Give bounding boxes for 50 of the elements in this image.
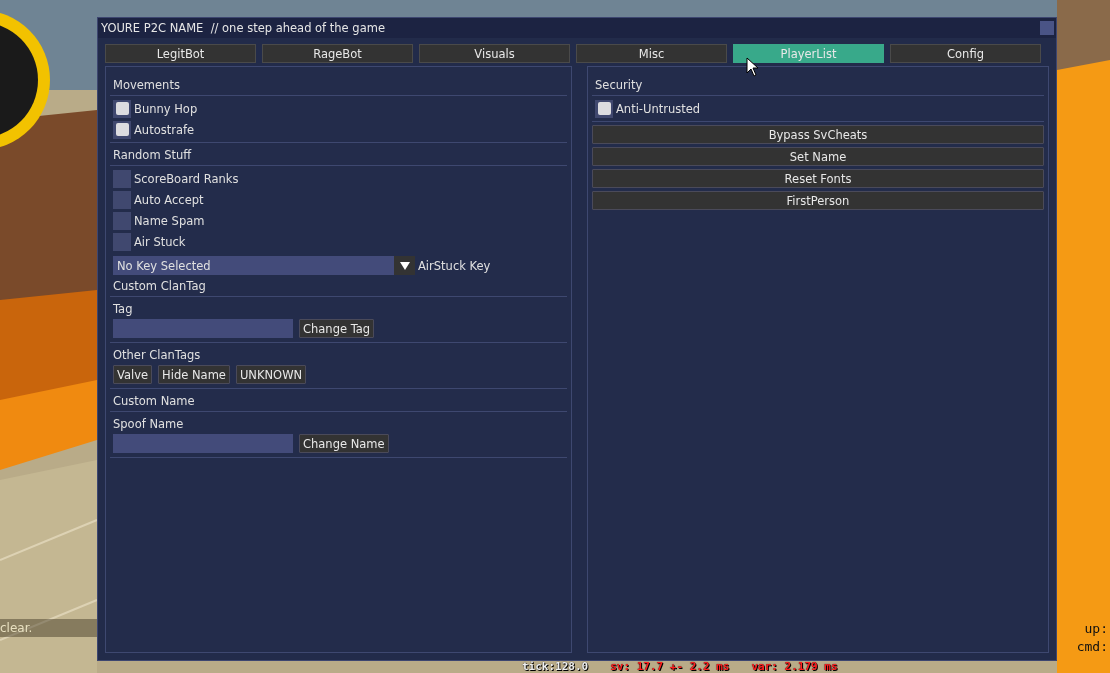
tab[interactable]: RageBot: [262, 44, 413, 63]
checkbox[interactable]: [113, 169, 131, 188]
netgraph-label: up:: [1084, 620, 1108, 638]
close-button[interactable]: [1040, 21, 1054, 35]
netgraph-var: var: 2.179 ms: [751, 660, 838, 673]
action-button[interactable]: FirstPerson: [592, 191, 1044, 210]
section-label: Random Stuff: [112, 147, 193, 163]
checkbox-label: Auto Accept: [134, 192, 204, 207]
checkbox[interactable]: [113, 120, 131, 139]
section-label: Other ClanTags: [112, 347, 202, 363]
input-field[interactable]: [113, 319, 293, 338]
section-label: Custom ClanTag: [112, 278, 207, 294]
section-label: Spoof Name: [112, 416, 185, 432]
netgraph-label: cmd:: [1076, 638, 1108, 656]
tab[interactable]: LegitBot: [105, 44, 256, 63]
checkbox[interactable]: [595, 99, 613, 118]
action-button[interactable]: Set Name: [592, 147, 1044, 166]
clantag-button[interactable]: UNKNOWN: [235, 365, 307, 384]
window-title: YOURE P2C NAME // one step ahead of the game: [101, 21, 385, 35]
section-label: Tag: [112, 301, 134, 317]
action-button[interactable]: Reset Fonts: [592, 169, 1044, 188]
tab[interactable]: Visuals: [419, 44, 570, 63]
input-field[interactable]: [113, 434, 293, 453]
caret-icon: [399, 260, 410, 271]
checkbox-label: Air Stuck: [134, 234, 186, 249]
checkbox[interactable]: [113, 232, 131, 251]
tab[interactable]: Misc: [576, 44, 727, 63]
key-dropdown[interactable]: No Key Selected: [113, 256, 415, 275]
checkbox-label: ScoreBoard Ranks: [134, 171, 239, 186]
checkbox-label: Name Spam: [134, 213, 205, 228]
console-text: clear.: [0, 619, 97, 637]
dropdown-label: AirStuck Key: [418, 258, 491, 273]
tab[interactable]: Config: [890, 44, 1041, 63]
section-label: Custom Name: [112, 393, 196, 409]
checkbox[interactable]: [113, 211, 131, 230]
netgraph-sv: sv: 17.7 +- 2.2 ms: [610, 660, 730, 673]
section-label: Security: [594, 77, 644, 93]
clantag-button[interactable]: Hide Name: [158, 365, 230, 384]
clantag-button[interactable]: Valve: [113, 365, 153, 384]
checkbox-label: Bunny Hop: [134, 101, 198, 116]
netgraph-tick: tick:128.0: [522, 660, 589, 673]
change-button[interactable]: Change Tag: [299, 319, 375, 338]
section-label: Movements: [112, 77, 181, 93]
checkbox[interactable]: [113, 190, 131, 209]
checkbox[interactable]: [113, 99, 131, 118]
action-button[interactable]: Bypass SvCheats: [592, 125, 1044, 144]
checkbox-label: Autostrafe: [134, 122, 195, 137]
checkbox-label: Anti-Untrusted: [616, 101, 701, 116]
change-button[interactable]: Change Name: [299, 434, 389, 453]
cursor-icon: [746, 57, 760, 77]
